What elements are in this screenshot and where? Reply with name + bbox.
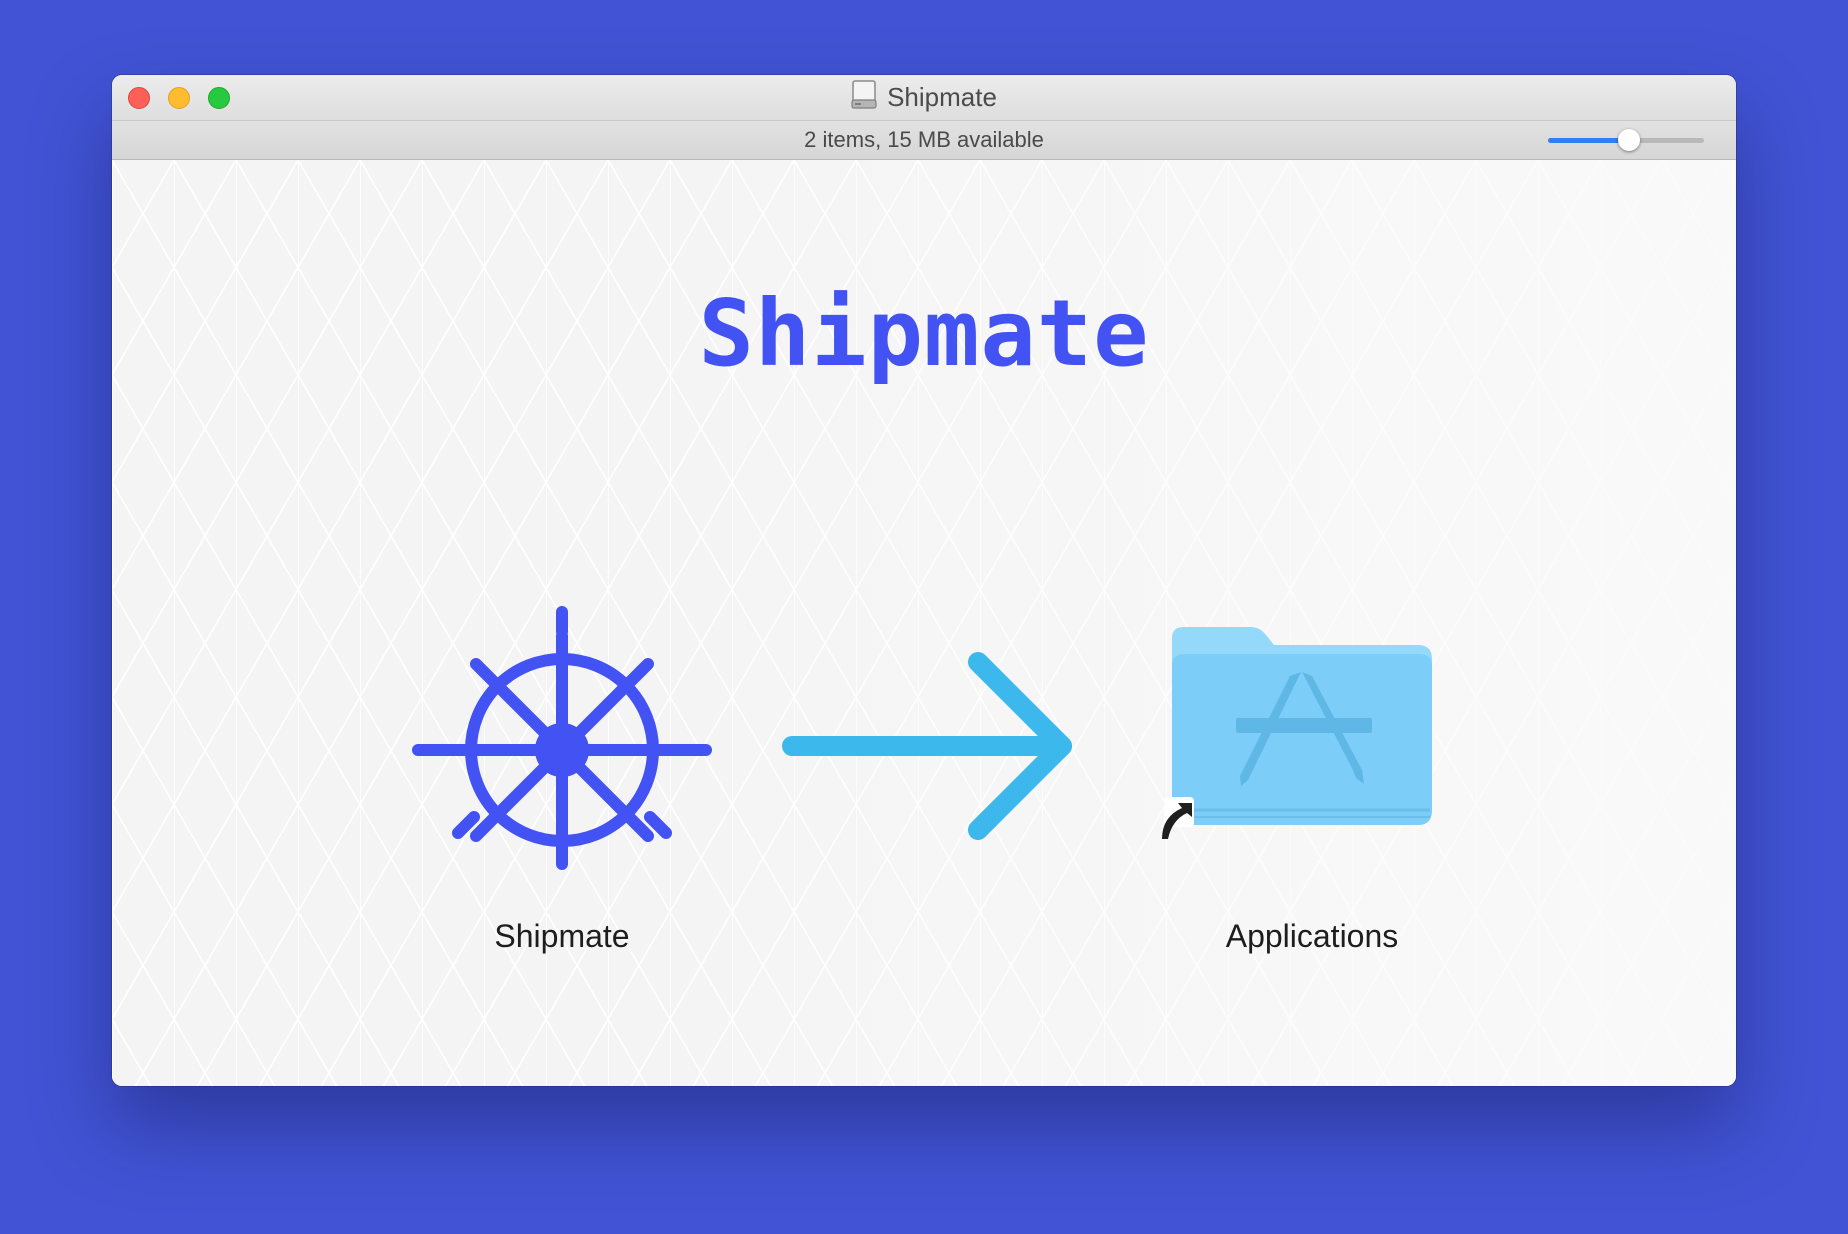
title-bar[interactable]: Shipmate (112, 75, 1736, 121)
slider-fill (1548, 138, 1629, 143)
slider-knob[interactable] (1618, 129, 1640, 151)
status-bar: 2 items, 15 MB available (112, 121, 1736, 160)
status-text: 2 items, 15 MB available (804, 127, 1044, 152)
ship-wheel-icon (412, 606, 712, 870)
brand-title: Shipmate (698, 280, 1150, 387)
icon-size-slider[interactable] (1548, 129, 1704, 151)
window-content: Shipmate Shipmate Applications (112, 160, 1736, 1086)
window-title: Shipmate (887, 82, 997, 112)
finder-window: Shipmate 2 items, 15 MB available Shipma… (112, 75, 1736, 1086)
alias-arrow-icon (1162, 797, 1194, 839)
applications-folder-item[interactable]: Applications (1152, 600, 1472, 960)
window-title-group: Shipmate (112, 75, 1736, 120)
disk-image-icon (851, 80, 877, 115)
shipmate-app-item[interactable]: Shipmate (412, 600, 712, 960)
applications-folder-icon (1172, 627, 1432, 825)
applications-label: Applications (1225, 918, 1399, 954)
arrow-right-icon (782, 652, 1072, 840)
shipmate-label: Shipmate (494, 918, 630, 954)
